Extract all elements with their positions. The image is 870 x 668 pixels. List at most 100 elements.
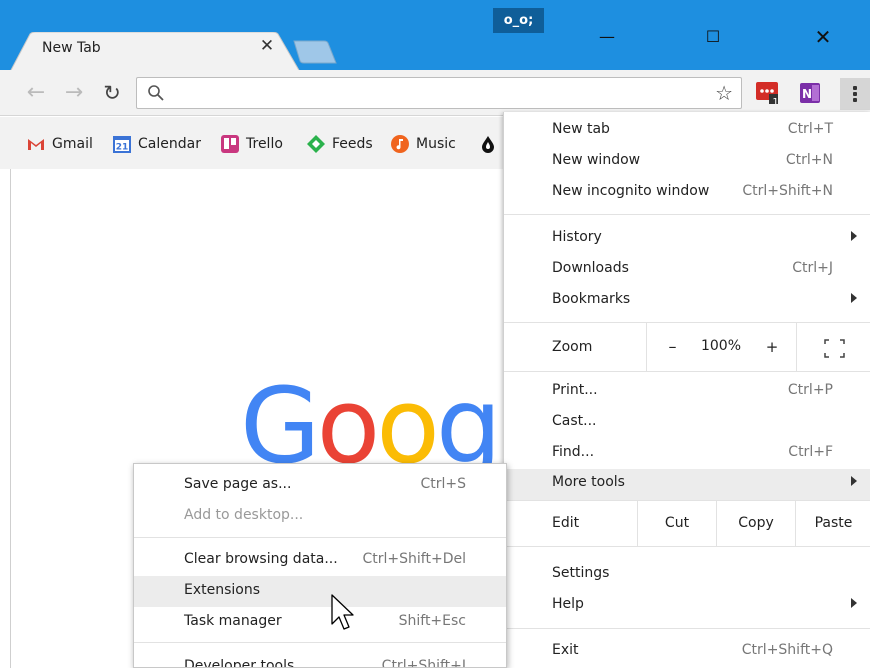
- menu-item-bookmarks[interactable]: Bookmarks: [504, 286, 870, 317]
- menu-item-history[interactable]: History: [504, 224, 870, 255]
- zoom-in-button[interactable]: +: [748, 323, 796, 371]
- tab-close-icon[interactable]: ✕: [257, 36, 277, 56]
- profile-badge[interactable]: o_o;: [493, 8, 544, 33]
- submenu-item-clear-browsing-data[interactable]: Clear browsing data... Ctrl+Shift+Del: [134, 545, 506, 576]
- onenote-icon[interactable]: N: [800, 82, 822, 104]
- submenu-item-save-page[interactable]: Save page as... Ctrl+S: [134, 470, 506, 501]
- menu-item-new-incognito[interactable]: New incognito window Ctrl+Shift+N: [504, 178, 870, 209]
- bookmark-label: Music: [416, 136, 456, 152]
- menu-item-shortcut: Ctrl+Shift+N: [742, 183, 833, 199]
- page-border: [10, 169, 11, 668]
- menu-item-more-tools[interactable]: More tools: [504, 469, 870, 500]
- submenu-item-label: Developer tools: [184, 658, 295, 668]
- title-bar: New Tab ✕ o_o; — ☐ ✕: [0, 0, 870, 72]
- menu-separator: [504, 214, 870, 215]
- menu-item-exit[interactable]: Exit Ctrl+Shift+Q: [504, 637, 870, 668]
- menu-separator: [504, 546, 870, 547]
- menu-item-settings[interactable]: Settings: [504, 560, 870, 591]
- trello-icon: [221, 135, 239, 153]
- menu-item-shortcut: Ctrl+Shift+Q: [741, 642, 833, 658]
- paste-button[interactable]: Paste: [795, 500, 870, 546]
- forward-button[interactable]: →: [60, 79, 88, 107]
- minimize-button[interactable]: —: [584, 22, 630, 52]
- bookmark-calendar[interactable]: 21 Calendar: [112, 133, 201, 155]
- edit-label: Edit: [552, 515, 580, 531]
- submenu-item-developer-tools[interactable]: Developer tools Ctrl+Shift+I: [134, 652, 506, 668]
- back-button[interactable]: ←: [22, 79, 50, 107]
- cut-button[interactable]: Cut: [637, 500, 716, 546]
- menu-item-print[interactable]: Print... Ctrl+P: [504, 377, 870, 408]
- menu-item-label: New window: [552, 152, 641, 168]
- menu-item-find[interactable]: Find... Ctrl+F: [504, 439, 870, 470]
- menu-item-downloads[interactable]: Downloads Ctrl+J: [504, 255, 870, 286]
- menu-item-label: Print...: [552, 382, 598, 398]
- chrome-menu-button[interactable]: [840, 78, 870, 110]
- submenu-item-label: Extensions: [184, 582, 261, 598]
- menu-item-help[interactable]: Help: [504, 591, 870, 622]
- reload-button[interactable]: ↻: [98, 79, 126, 107]
- zoom-level: 100%: [700, 338, 742, 354]
- bookmark-label: Trello: [246, 136, 283, 152]
- bookmark-label: Feeds: [332, 136, 373, 152]
- search-icon: [148, 85, 164, 101]
- bookmark-partial[interactable]: [478, 133, 504, 155]
- copy-button[interactable]: Copy: [716, 500, 795, 546]
- bookmark-trello[interactable]: Trello: [220, 133, 283, 155]
- menu-item-shortcut: Ctrl+P: [787, 382, 833, 398]
- submenu-item-label: Save page as...: [184, 476, 292, 492]
- submenu-item-label: Task manager: [184, 613, 282, 629]
- submenu-separator: [134, 642, 506, 643]
- menu-separator: [504, 371, 870, 372]
- close-window-button[interactable]: ✕: [800, 22, 846, 52]
- menu-item-label: Downloads: [552, 260, 629, 276]
- menu-item-label: Find...: [552, 444, 595, 460]
- menu-item-shortcut: Ctrl+J: [792, 260, 833, 276]
- submenu-item-add-to-desktop: Add to desktop...: [134, 501, 506, 532]
- menu-item-label: New incognito window: [552, 183, 710, 199]
- bookmark-label: Gmail: [52, 136, 93, 152]
- menu-item-label: History: [552, 229, 602, 245]
- bookmark-music[interactable]: Music: [390, 133, 456, 155]
- menu-item-new-window[interactable]: New window Ctrl+N: [504, 147, 870, 178]
- gmail-icon: [28, 139, 44, 150]
- more-tools-submenu: Save page as... Ctrl+S Add to desktop...…: [133, 463, 507, 668]
- menu-dot: [853, 86, 857, 90]
- bookmark-feeds[interactable]: Feeds: [306, 133, 373, 155]
- bookmark-star-icon[interactable]: ☆: [715, 81, 733, 105]
- new-tab-button[interactable]: [290, 39, 338, 69]
- menu-item-label: Settings: [552, 565, 610, 581]
- zoom-out-button[interactable]: –: [646, 323, 698, 371]
- menu-item-cast[interactable]: Cast...: [504, 408, 870, 439]
- submenu-item-shortcut: Ctrl+S: [420, 476, 466, 492]
- fullscreen-button[interactable]: [796, 323, 870, 371]
- calendar-date: 21: [116, 143, 129, 153]
- menu-dot: [853, 98, 857, 102]
- tab-title: New Tab: [42, 40, 101, 56]
- chrome-main-menu: New tab Ctrl+T New window Ctrl+N New inc…: [503, 112, 870, 668]
- submenu-item-extensions[interactable]: Extensions: [134, 576, 506, 607]
- fullscreen-icon: [824, 339, 845, 358]
- lastpass-icon[interactable]: 1: [756, 82, 778, 104]
- submenu-arrow-icon: [851, 293, 857, 303]
- calendar-icon: 21: [113, 136, 131, 153]
- menu-item-label: Bookmarks: [552, 291, 631, 307]
- submenu-item-task-manager[interactable]: Task manager Shift+Esc: [134, 607, 506, 638]
- zoom-label: Zoom: [552, 339, 593, 355]
- submenu-item-label: Add to desktop...: [184, 507, 304, 523]
- address-bar[interactable]: ☆: [136, 77, 742, 109]
- menu-item-new-tab[interactable]: New tab Ctrl+T: [504, 116, 870, 147]
- submenu-item-shortcut: Ctrl+Shift+I: [381, 658, 466, 668]
- menu-item-label: New tab: [552, 121, 610, 137]
- mouse-cursor-icon: [331, 594, 354, 630]
- new-tab-shape: [293, 40, 337, 64]
- menu-item-label: Cast...: [552, 413, 597, 429]
- submenu-item-shortcut: Ctrl+Shift+Del: [362, 551, 466, 567]
- bookmark-gmail[interactable]: Gmail: [26, 133, 93, 155]
- lastpass-count: 1: [772, 97, 778, 104]
- tab-new-tab[interactable]: New Tab ✕: [10, 32, 300, 72]
- maximize-button[interactable]: ☐: [690, 22, 736, 52]
- edit-row: Edit Cut Copy Paste: [504, 500, 870, 546]
- menu-item-shortcut: Ctrl+F: [788, 444, 833, 460]
- feedly-icon: [307, 135, 325, 153]
- menu-item-label: Help: [552, 596, 584, 612]
